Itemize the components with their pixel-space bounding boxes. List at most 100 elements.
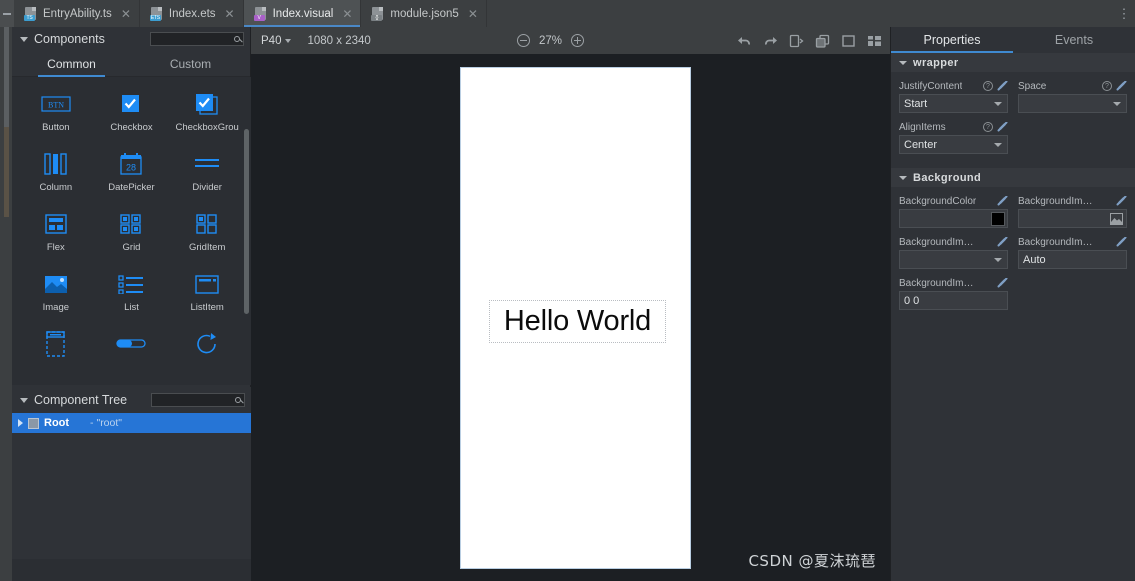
chevron-down-icon — [994, 102, 1002, 106]
tab-entryability-ts[interactable]: TS EntryAbility.ts ✕ — [14, 0, 140, 27]
components-grid: BTN Button Checkbox CheckboxGrou Column … — [12, 77, 251, 385]
link-icon[interactable] — [997, 237, 1008, 247]
field-label: JustifyContent — [899, 80, 963, 92]
component-navigator[interactable] — [18, 325, 94, 385]
justifycontent-select[interactable]: Start — [899, 94, 1008, 113]
help-icon[interactable]: ? — [1102, 81, 1112, 91]
layout-icon[interactable] — [867, 33, 882, 48]
field-label-row: JustifyContent ? — [899, 78, 1008, 94]
link-icon[interactable] — [1116, 81, 1127, 91]
link-icon[interactable] — [1116, 196, 1127, 206]
tree-row-root[interactable]: Root - "root" — [12, 413, 251, 433]
redo-icon[interactable] — [763, 33, 778, 48]
component-griditem[interactable]: GridItem — [169, 205, 245, 265]
space-select[interactable] — [1018, 94, 1127, 113]
component-divider[interactable]: Divider — [169, 145, 245, 205]
link-icon[interactable] — [1116, 237, 1127, 247]
field-label: AlignItems — [899, 121, 946, 133]
close-icon[interactable]: ✕ — [468, 8, 478, 20]
alignitems-select[interactable]: Center — [899, 135, 1008, 154]
chevron-right-icon[interactable] — [18, 419, 23, 427]
color-swatch[interactable] — [991, 212, 1005, 226]
component-datepicker[interactable]: 28 DatePicker — [94, 145, 170, 205]
field-label: Space — [1018, 80, 1047, 92]
design-canvas[interactable]: Hello World CSDN @夏沫琉琶 — [251, 54, 890, 581]
field-backgroundimage: BackgroundIma... — [1018, 193, 1127, 228]
undo-icon[interactable] — [737, 33, 752, 48]
tab-events[interactable]: Events — [1013, 27, 1135, 53]
field-label: BackgroundIma... — [899, 236, 977, 248]
tab-index-ets[interactable]: ETS Index.ets ✕ — [140, 0, 244, 27]
section-header-background[interactable]: Background — [891, 168, 1135, 187]
component-loading[interactable] — [169, 325, 245, 385]
field-space: Space ? — [1018, 78, 1127, 113]
selected-text-component[interactable]: Hello World — [489, 300, 666, 343]
plus-circle-icon[interactable] — [571, 34, 585, 47]
device-selector[interactable]: P40 — [261, 35, 292, 47]
component-tree-search-input[interactable] — [151, 393, 245, 407]
field-label-row: Space ? — [1018, 78, 1127, 94]
link-icon[interactable] — [997, 196, 1008, 206]
tree-node-sublabel: - "root" — [90, 417, 123, 429]
backgroundimage-repeat-select[interactable] — [899, 250, 1008, 269]
component-progress[interactable] — [94, 325, 170, 385]
tab-custom[interactable]: Custom — [131, 51, 250, 76]
image-picker-icon[interactable] — [1110, 213, 1123, 225]
zoom-controls: 27% — [517, 34, 585, 47]
more-options-icon[interactable]: ⋮ — [1113, 0, 1135, 27]
component-image[interactable]: Image — [18, 265, 94, 325]
field-backgroundimage-repeat: BackgroundIma... — [899, 234, 1008, 269]
field-value: 0 0 — [904, 294, 920, 307]
chevron-down-icon — [899, 175, 907, 180]
tab-module-json5[interactable]: {} module.json5 ✕ — [361, 0, 487, 27]
tab-properties[interactable]: Properties — [891, 27, 1013, 53]
backgroundimage-position-input[interactable]: 0 0 — [899, 291, 1008, 310]
flex-icon — [45, 211, 67, 237]
help-icon[interactable]: ? — [983, 81, 993, 91]
link-icon[interactable] — [997, 122, 1008, 132]
device-preview-frame[interactable]: Hello World — [460, 67, 691, 569]
backgroundcolor-input[interactable] — [899, 209, 1008, 228]
component-flex[interactable]: Flex — [18, 205, 94, 265]
chevron-down-icon — [994, 258, 1002, 262]
component-column[interactable]: Column — [18, 145, 94, 205]
griditem-icon — [196, 211, 218, 237]
datepicker-icon: 28 — [119, 151, 143, 177]
field-value: Start — [904, 97, 928, 110]
collapse-sidebar-button[interactable] — [0, 0, 14, 27]
components-search-input[interactable] — [150, 32, 244, 46]
field-label: BackgroundIma... — [1018, 195, 1096, 207]
component-grid[interactable]: Grid — [94, 205, 170, 265]
component-button[interactable]: BTN Button — [18, 85, 94, 145]
component-checkboxgroup[interactable]: CheckboxGrou — [169, 85, 245, 145]
frame-icon[interactable] — [841, 33, 856, 48]
minus-circle-icon[interactable] — [517, 34, 530, 47]
tab-common[interactable]: Common — [12, 51, 131, 77]
link-icon[interactable] — [997, 278, 1008, 288]
close-icon[interactable]: ✕ — [121, 8, 131, 20]
layers-icon[interactable] — [815, 33, 830, 48]
components-scrollbar[interactable] — [244, 129, 249, 314]
grid-icon — [120, 211, 142, 237]
field-label-row: BackgroundIma... — [1018, 193, 1127, 209]
components-header: Components — [12, 27, 250, 51]
backgroundimage-input[interactable] — [1018, 209, 1127, 228]
field-value: Auto — [1023, 253, 1046, 266]
field-label: BackgroundIma... — [1018, 236, 1096, 248]
component-label: DatePicker — [108, 182, 155, 193]
tab-index-visual[interactable]: V Index.visual ✕ — [243, 0, 362, 27]
link-icon[interactable] — [997, 81, 1008, 91]
close-icon[interactable]: ✕ — [342, 8, 352, 20]
component-checkbox[interactable]: Checkbox — [94, 85, 170, 145]
device-preview-icon[interactable] — [789, 33, 804, 48]
help-icon[interactable]: ? — [983, 122, 993, 132]
chevron-down-icon[interactable] — [20, 36, 28, 42]
component-list[interactable]: List — [94, 265, 170, 325]
section-header-wrapper[interactable]: wrapper — [891, 53, 1135, 72]
component-listitem[interactable]: ListItem — [169, 265, 245, 325]
background-fields-grid: BackgroundColor BackgroundIma... Backgro… — [899, 193, 1127, 316]
close-icon[interactable]: ✕ — [225, 8, 235, 20]
field-backgroundimage-size: BackgroundIma... Auto — [1018, 234, 1127, 269]
backgroundimage-size-input[interactable]: Auto — [1018, 250, 1127, 269]
chevron-down-icon[interactable] — [20, 397, 28, 403]
